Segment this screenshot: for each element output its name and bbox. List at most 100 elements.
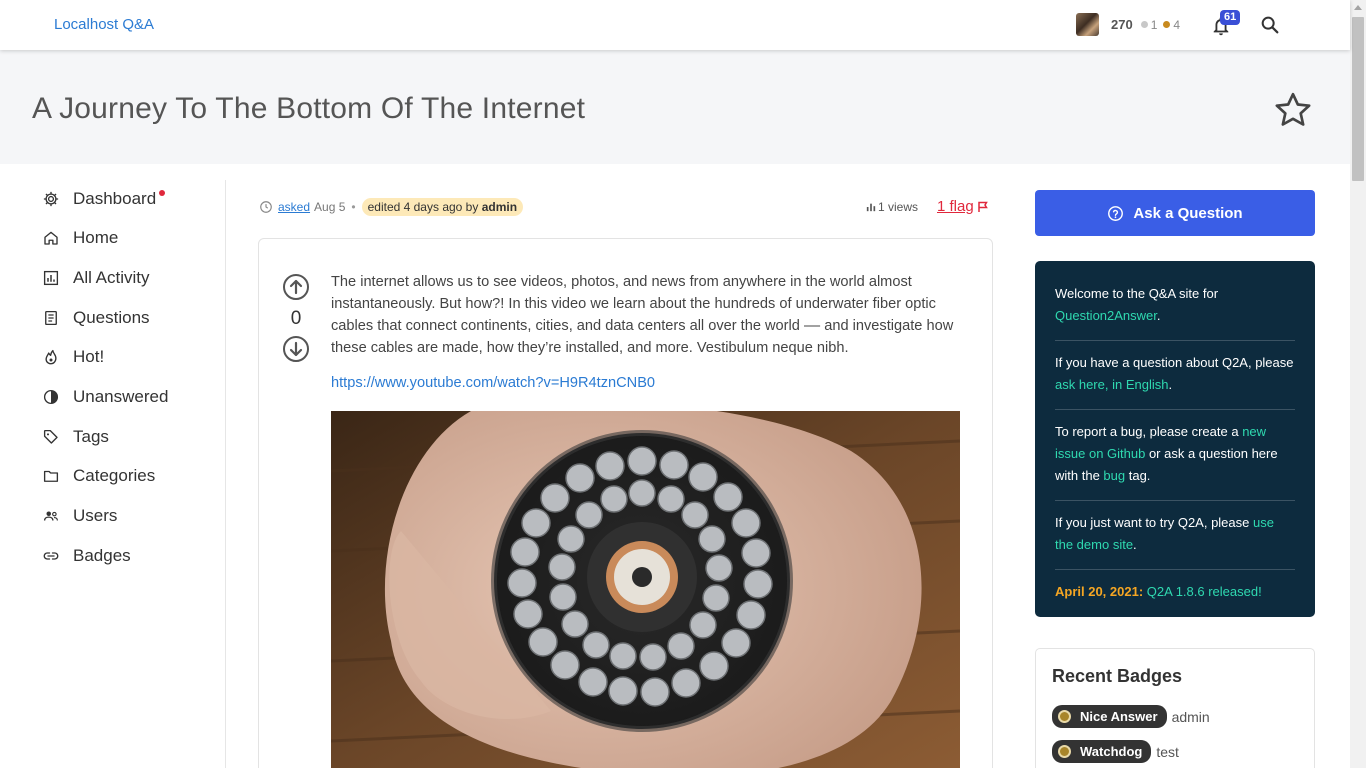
sidebar-item-categories[interactable]: Categories	[42, 464, 155, 488]
flag-icon	[977, 201, 988, 212]
sidebar-item-users[interactable]: Users	[42, 504, 117, 528]
ask-question-button[interactable]: Ask a Question	[1035, 190, 1315, 236]
bronze-count-value: 4	[1173, 17, 1181, 32]
sidebar-item-all-activity[interactable]: All Activity	[42, 266, 150, 290]
bug-tag-link[interactable]: bug	[1103, 468, 1125, 483]
sidebar-item-label: Dashboard	[73, 189, 166, 209]
sidebar-nav: Dashboard Home All Activity Questions Ho…	[0, 180, 226, 768]
tag-icon	[43, 429, 58, 444]
chart-icon	[43, 270, 59, 286]
scroll-thumb[interactable]	[1352, 17, 1364, 181]
badge-name: Watchdog	[1080, 744, 1143, 759]
sidebar-item-dashboard[interactable]: Dashboard	[42, 187, 166, 211]
badge-name: Nice Answer	[1080, 709, 1158, 724]
sidebar-item-badges[interactable]: Badges	[42, 544, 131, 568]
flame-icon	[45, 349, 57, 365]
clock-icon	[260, 201, 272, 213]
edited-badge: edited 4 days ago by admin	[361, 198, 524, 216]
half-circle-icon	[43, 389, 59, 405]
top-bar: Localhost Q&A 270 1 4 61	[0, 0, 1350, 50]
badge-user-link[interactable]: admin	[1172, 709, 1210, 725]
user-points: 270	[1111, 17, 1133, 32]
sidebar-item-home[interactable]: Home	[42, 226, 118, 250]
asked-link[interactable]: asked	[278, 200, 310, 214]
recent-badges-panel: Recent Badges Nice Answer admin Watchdog…	[1035, 648, 1315, 768]
welcome-section: To report a bug, please create a new iss…	[1055, 421, 1295, 501]
welcome-text: If you have a question about Q2A, please	[1055, 355, 1294, 370]
asked-date: Aug 5	[314, 200, 346, 214]
vote-count: 0	[290, 308, 302, 329]
release-date: April 20, 2021:	[1055, 584, 1144, 599]
sidebar-item-tags[interactable]: Tags	[42, 425, 109, 449]
new-activity-dot	[159, 190, 166, 196]
sidebar-item-label: Home	[73, 228, 119, 247]
question-image	[331, 411, 960, 768]
welcome-text-end: .	[1133, 537, 1137, 552]
sidebar-item-label: Unanswered	[73, 387, 169, 406]
release-link[interactable]: Q2A 1.8.6 released!	[1147, 584, 1262, 599]
flag-button[interactable]: 1 flag	[937, 198, 989, 215]
vote-up-icon[interactable]	[282, 273, 310, 301]
welcome-section: Welcome to the Q&A site for Question2Ans…	[1055, 283, 1295, 341]
link-icon	[43, 552, 59, 560]
edited-text: edited 4 days ago by	[367, 200, 479, 214]
sidebar-item-label: Users	[73, 506, 118, 525]
welcome-text: To report a bug, please create a	[1055, 424, 1243, 439]
question-circle-icon	[1108, 205, 1124, 221]
notification-count-badge[interactable]: 61	[1220, 10, 1241, 25]
page-title: A Journey To The Bottom Of The Internet	[32, 92, 586, 125]
welcome-text: Welcome to the Q&A site for	[1055, 286, 1219, 301]
scroll-up-arrow-icon[interactable]	[1354, 5, 1362, 10]
vote-down-icon[interactable]	[282, 335, 310, 363]
recent-badge-row: Nice Answer admin	[1052, 705, 1210, 728]
users-icon	[43, 511, 58, 521]
badge-pill[interactable]: Nice Answer	[1052, 705, 1167, 728]
sidebar-item-label: Questions	[73, 308, 150, 327]
cable-cross-section-photo	[331, 411, 960, 768]
question-body: The internet allows us to see videos, ph…	[331, 274, 954, 356]
site-name-link[interactable]: Localhost Q&A	[54, 16, 154, 33]
document-icon	[45, 310, 57, 326]
favorite-star-icon[interactable]	[1272, 90, 1314, 130]
welcome-text-end: tag.	[1125, 468, 1151, 483]
ask-here-link[interactable]: ask here, in English	[1055, 377, 1168, 392]
ask-question-label: Ask a Question	[1133, 204, 1243, 222]
bronze-badge-icon	[1163, 21, 1171, 28]
question-video-link[interactable]: https://www.youtube.com/watch?v=H9R4tznC…	[331, 375, 655, 391]
badge-pill[interactable]: Watchdog	[1052, 740, 1152, 763]
edited-by-user[interactable]: admin	[482, 200, 517, 214]
question-meta: asked Aug 5 • edited 4 days ago by admin	[259, 198, 524, 216]
dashboard-label: Dashboard	[73, 189, 157, 208]
avatar[interactable]	[1076, 13, 1099, 36]
welcome-section: April 20, 2021: Q2A 1.8.6 released!	[1055, 581, 1295, 616]
sidebar-item-questions[interactable]: Questions	[42, 306, 150, 330]
bronze-medal-icon	[1058, 710, 1071, 723]
sidebar-item-label: Tags	[73, 427, 109, 446]
recent-badge-row: Watchdog test	[1052, 740, 1179, 763]
welcome-section: If you just want to try Q2A, please use …	[1055, 512, 1295, 570]
sidebar-item-hot[interactable]: Hot!	[42, 345, 104, 369]
sidebar-item-label: Categories	[73, 466, 156, 485]
welcome-text: If you just want to try Q2A, please	[1055, 515, 1253, 530]
sidebar-item-label: All Activity	[73, 268, 150, 287]
sidebar-item-unanswered[interactable]: Unanswered	[42, 385, 168, 409]
question2answer-link[interactable]: Question2Answer	[1055, 308, 1157, 323]
welcome-section: If you have a question about Q2A, please…	[1055, 352, 1295, 410]
folder-icon	[43, 470, 59, 482]
silver-badge-count: 1	[1140, 17, 1158, 32]
search-icon[interactable]	[1259, 14, 1281, 36]
home-icon	[44, 231, 58, 245]
meta-separator: •	[351, 200, 356, 214]
badge-user-link[interactable]: test	[1156, 744, 1179, 760]
views-text: 1 views	[878, 200, 919, 214]
user-box[interactable]: 270 1 4	[1076, 13, 1180, 36]
bar-chart-icon	[866, 203, 876, 212]
silver-count-value: 1	[1150, 17, 1158, 32]
sidebar-item-label: Badges	[73, 546, 131, 565]
page-scrollbar[interactable]	[1350, 0, 1366, 768]
flag-text: 1 flag	[937, 198, 974, 215]
welcome-panel: Welcome to the Q&A site for Question2Ans…	[1035, 261, 1315, 617]
bronze-medal-icon	[1058, 745, 1071, 758]
bronze-badge-count: 4	[1163, 18, 1180, 32]
welcome-text-end: .	[1168, 377, 1173, 392]
